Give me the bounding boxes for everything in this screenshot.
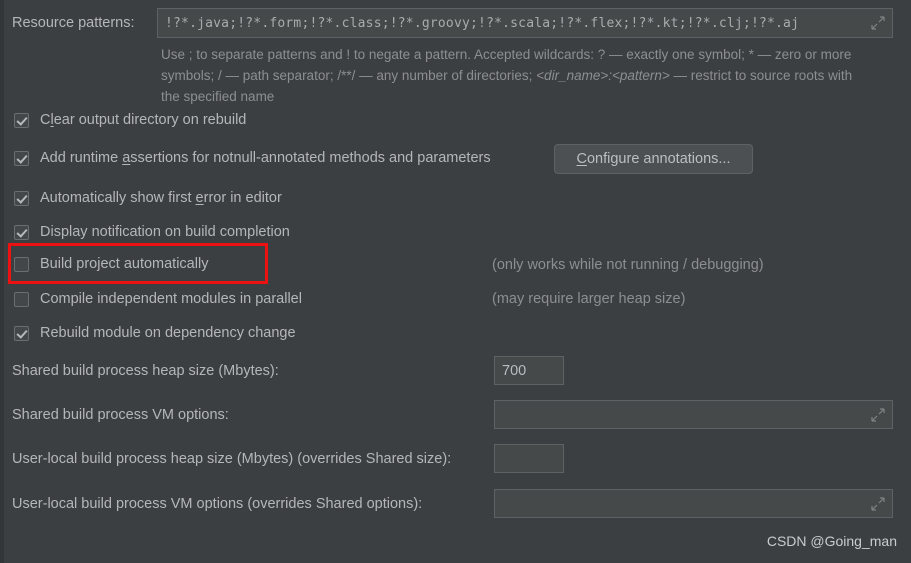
configure-annotations-label: Configure annotations... bbox=[576, 151, 731, 167]
watermark-text: CSDN @Going_man bbox=[766, 533, 897, 549]
shared-build-process-vm-options-label: Shared build process VM options: bbox=[12, 407, 229, 423]
resource-patterns-help-line3: the specified name bbox=[161, 89, 275, 104]
shared-build-process-heap-size-label: Shared build process heap size (Mbytes): bbox=[12, 363, 279, 379]
checkbox-automatically-show-first-error[interactable]: Automatically show first error in editor bbox=[14, 190, 282, 206]
shared-build-process-heap-size-input[interactable]: 700 bbox=[494, 356, 564, 385]
resource-patterns-help-line1: Use ; to separate patterns and ! to nega… bbox=[161, 47, 852, 62]
checkbox-build-project-automatically[interactable]: Build project automatically bbox=[14, 256, 208, 272]
checkbox-box[interactable] bbox=[14, 325, 29, 341]
user-local-build-process-heap-size-label: User-local build process heap size (Mbyt… bbox=[12, 451, 452, 467]
user-local-build-process-vm-options-label: User-local build process VM options (ove… bbox=[12, 496, 423, 512]
checkbox-rebuild-module-on-dependency-change[interactable]: Rebuild module on dependency change bbox=[14, 325, 296, 341]
help-line2-part-b: — restrict to source roots with bbox=[669, 68, 853, 83]
user-local-build-process-heap-size-input[interactable] bbox=[494, 444, 564, 473]
checkbox-display-notification-on-build-completion[interactable]: Display notification on build completion bbox=[14, 224, 290, 240]
expand-diagonal-icon[interactable] bbox=[870, 407, 886, 423]
left-gutter bbox=[0, 0, 4, 563]
checkbox-clear-output-directory-on-rebuild[interactable]: Clear output directory on rebuild bbox=[14, 112, 246, 128]
user-local-build-process-vm-options-input[interactable] bbox=[494, 489, 893, 518]
configure-annotations-button[interactable]: Configure annotations... bbox=[554, 144, 753, 174]
checkbox-label: Compile independent modules in parallel bbox=[40, 291, 302, 307]
hint-compile-independent-modules: (may require larger heap size) bbox=[492, 291, 686, 307]
checkbox-label: Clear output directory on rebuild bbox=[40, 112, 247, 128]
help-line2-italic: <dir_name>:<pattern> bbox=[536, 68, 670, 83]
hint-build-project-automatically: (only works while not running / debuggin… bbox=[492, 257, 764, 273]
checkbox-compile-independent-modules-in-parallel[interactable]: Compile independent modules in parallel bbox=[14, 291, 302, 307]
checkbox-box[interactable] bbox=[14, 112, 29, 128]
checkbox-label: Build project automatically bbox=[40, 256, 209, 272]
help-line2-part-a: symbols; / — path separator; /**/ — any … bbox=[161, 68, 537, 83]
checkbox-label: Rebuild module on dependency change bbox=[40, 325, 296, 341]
checkbox-box[interactable] bbox=[14, 190, 29, 206]
checkbox-label: Automatically show first error in editor bbox=[40, 190, 282, 206]
resource-patterns-value: !?*.java;!?*.form;!?*.class;!?*.groovy;!… bbox=[165, 15, 800, 31]
checkbox-add-runtime-assertions[interactable]: Add runtime assertions for notnull-annot… bbox=[14, 150, 491, 166]
resource-patterns-help-line2: symbols; / — path separator; /**/ — any … bbox=[161, 65, 852, 86]
checkbox-label: Add runtime assertions for notnull-annot… bbox=[40, 150, 491, 166]
expand-diagonal-icon[interactable] bbox=[870, 15, 886, 31]
checkbox-box[interactable] bbox=[14, 224, 29, 240]
checkbox-box[interactable] bbox=[14, 256, 29, 272]
shared-build-process-heap-size-value: 700 bbox=[502, 362, 527, 379]
resource-patterns-input[interactable]: !?*.java;!?*.form;!?*.class;!?*.groovy;!… bbox=[157, 8, 893, 38]
expand-diagonal-icon[interactable] bbox=[870, 496, 886, 512]
checkbox-box[interactable] bbox=[14, 291, 29, 307]
checkbox-label: Display notification on build completion bbox=[40, 224, 290, 240]
shared-build-process-vm-options-input[interactable] bbox=[494, 400, 893, 429]
checkbox-box[interactable] bbox=[14, 150, 29, 166]
settings-panel: Resource patterns: !?*.java;!?*.form;!?*… bbox=[0, 0, 911, 563]
resource-patterns-label: Resource patterns: bbox=[12, 15, 135, 31]
